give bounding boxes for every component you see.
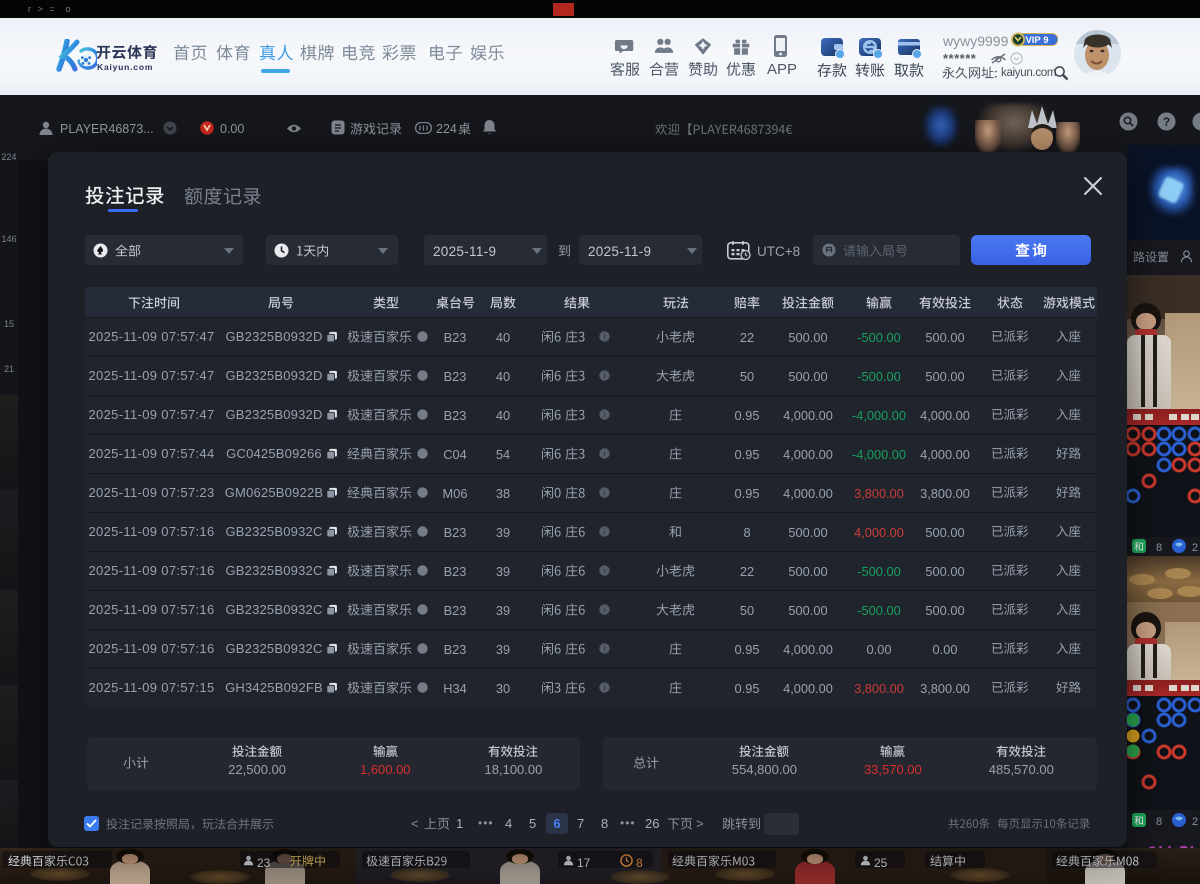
svg-text:2: 2 [1192, 542, 1198, 554]
svg-text:?: ? [1163, 115, 1170, 129]
svg-text:VIP 9: VIP 9 [1025, 35, 1048, 46]
svg-text:2: 2 [1192, 816, 1198, 828]
svg-text:8: 8 [1156, 542, 1162, 554]
svg-text:8: 8 [1156, 816, 1162, 828]
